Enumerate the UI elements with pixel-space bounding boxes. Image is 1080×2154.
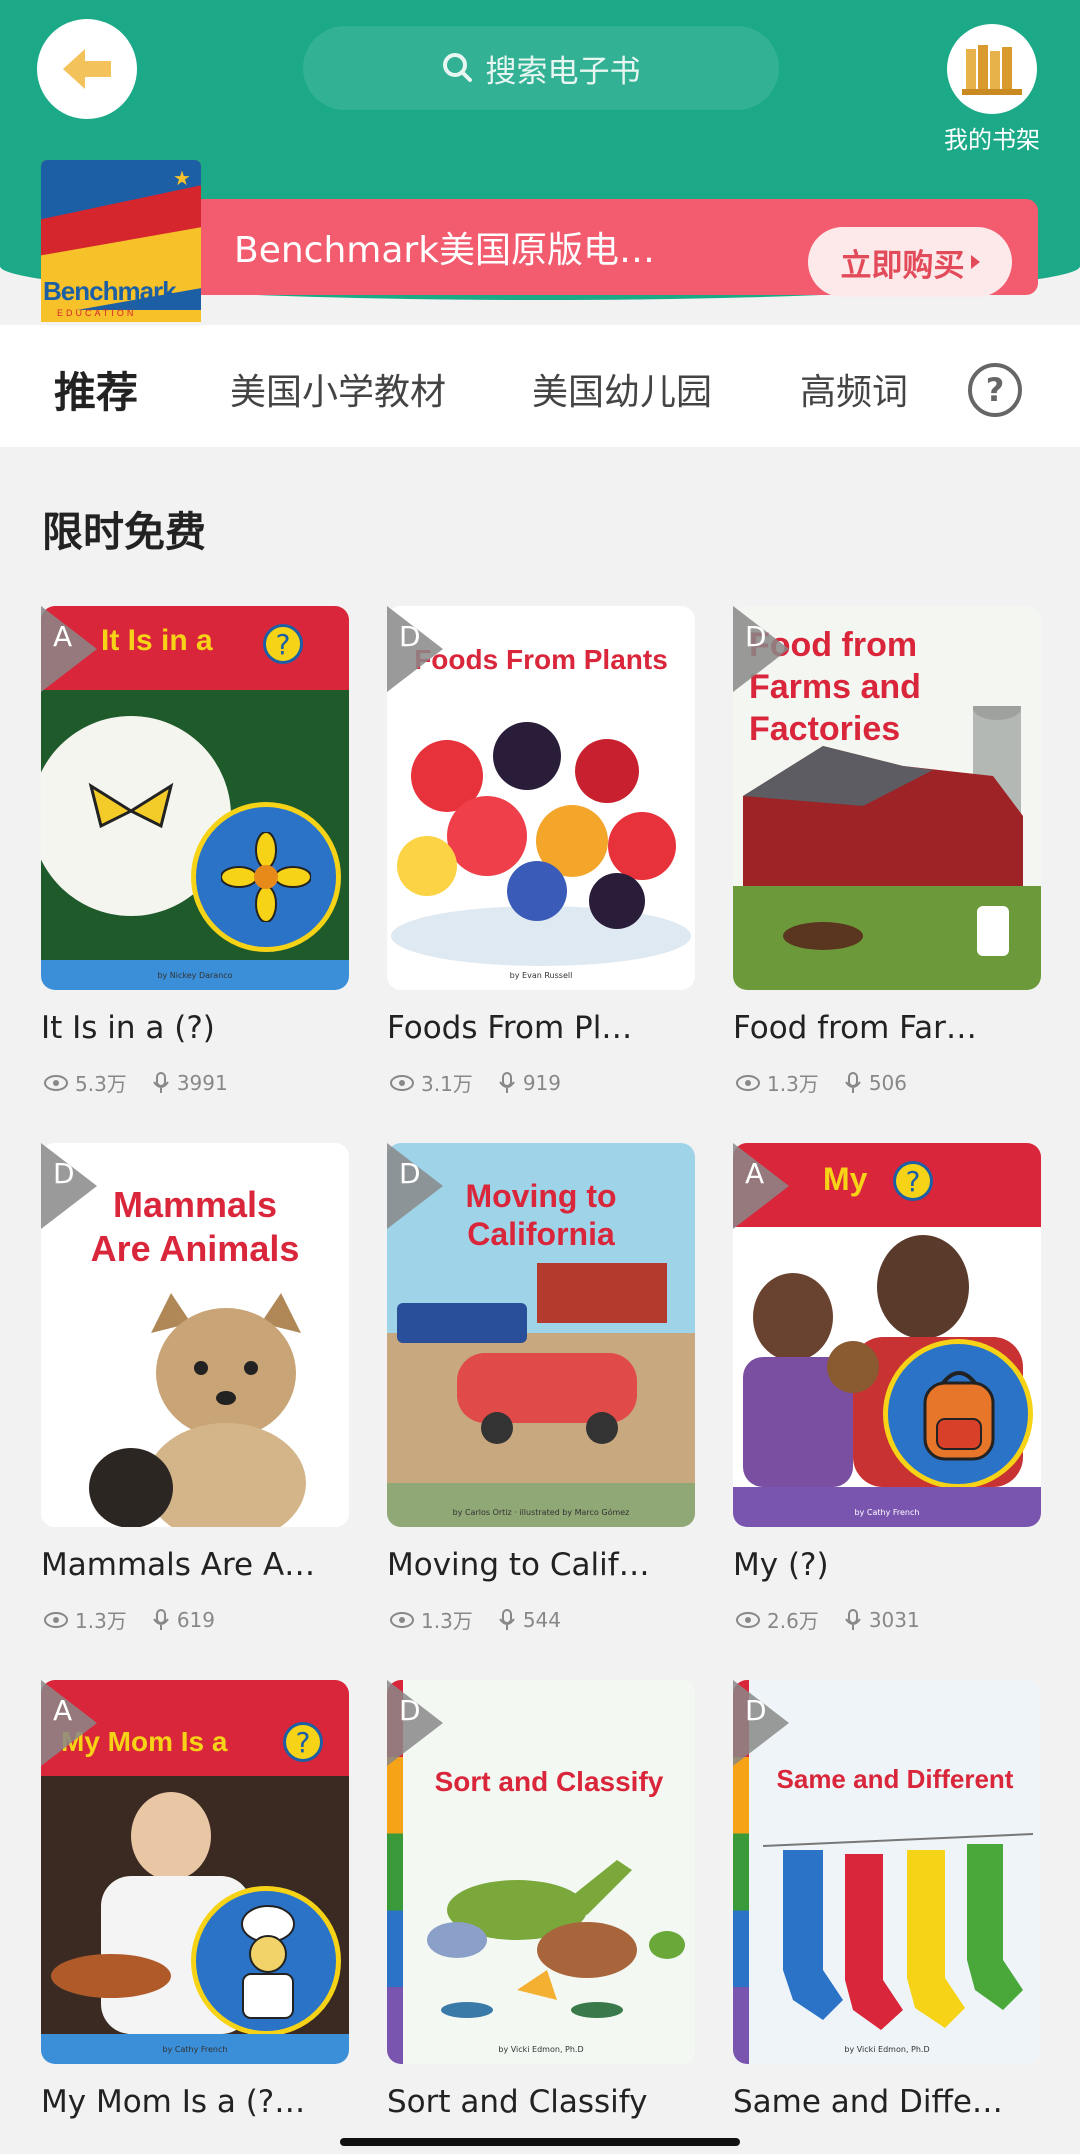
socks-illustration bbox=[763, 1833, 1033, 2030]
search-bar[interactable]: 搜索电子书 bbox=[303, 26, 779, 110]
microphone-icon bbox=[498, 1608, 515, 1630]
back-arrow-icon bbox=[63, 49, 111, 89]
level-letter: A bbox=[53, 1694, 73, 1727]
microphone-icon bbox=[152, 1608, 169, 1630]
search-icon bbox=[442, 53, 472, 82]
cover-byline: by Vicki Edmon, Ph.D bbox=[498, 2045, 584, 2054]
recordings-count: 3991 bbox=[176, 1070, 228, 1095]
book-title: Mammals Are A… bbox=[41, 1547, 316, 1583]
cover-title: My bbox=[823, 1161, 868, 1197]
category-tabs: 推荐 美国小学教材 美国幼儿园 高频词 ? bbox=[0, 325, 1080, 447]
level-letter: D bbox=[745, 1694, 767, 1727]
star-icon: ★ bbox=[173, 166, 191, 190]
microphone-icon bbox=[498, 1071, 515, 1093]
tab-recommended[interactable]: 推荐 bbox=[54, 359, 138, 420]
book-stats: 1.3万 544 bbox=[389, 1605, 561, 1634]
help-icon[interactable]: ? bbox=[968, 363, 1022, 417]
buy-now-label: 立即购买 bbox=[840, 247, 965, 284]
views-count: 1.3万 bbox=[75, 1609, 127, 1633]
book-title: My (?) bbox=[733, 1547, 829, 1583]
tab-us-elementary[interactable]: 美国小学教材 bbox=[230, 363, 446, 415]
my-bookshelf-button[interactable]: 我的书架 bbox=[940, 24, 1044, 155]
dinosaurs-illustration bbox=[427, 1860, 685, 2018]
logo-subtext: EDUCATION bbox=[57, 308, 137, 318]
book-stats: 2.6万 3031 bbox=[735, 1605, 920, 1634]
views-count: 1.3万 bbox=[767, 1072, 819, 1096]
fruit-bowl-illustration bbox=[391, 722, 691, 966]
level-letter: A bbox=[745, 1157, 765, 1190]
views-icon bbox=[390, 1611, 414, 1628]
benchmark-logo[interactable]: ★ Benchmark EDUCATION bbox=[41, 160, 201, 322]
book-title: Moving to Calif… bbox=[387, 1547, 650, 1583]
book-title: Foods From Pl… bbox=[387, 1010, 633, 1046]
views-icon bbox=[44, 1074, 68, 1091]
book-stats: 5.3万 3991 bbox=[43, 1068, 228, 1097]
chef-icon bbox=[241, 1905, 295, 2019]
views-icon bbox=[44, 1611, 68, 1628]
play-arrow-icon bbox=[970, 255, 980, 269]
home-indicator[interactable] bbox=[340, 2138, 740, 2146]
logo-wordmark: Benchmark bbox=[43, 276, 177, 306]
butterfly-illustration bbox=[88, 782, 174, 829]
recordings-count: 3031 bbox=[868, 1607, 920, 1632]
level-letter: D bbox=[53, 1157, 75, 1190]
cover-byline: by Evan Russell bbox=[509, 971, 573, 980]
tab-us-kindergarten[interactable]: 美国幼儿园 bbox=[532, 363, 712, 415]
bookshelf-icon-circle bbox=[947, 24, 1037, 114]
book-stats: 1.3万 619 bbox=[43, 1605, 215, 1634]
level-letter: D bbox=[399, 1694, 421, 1727]
search-placeholder: 搜索电子书 bbox=[485, 53, 641, 90]
section-title: 限时免费 bbox=[42, 508, 206, 556]
book-stats: 3.1万 919 bbox=[389, 1068, 561, 1097]
book-title: Sort and Classify bbox=[387, 2084, 648, 2120]
recordings-count: 619 bbox=[176, 1607, 215, 1632]
views-icon bbox=[736, 1611, 760, 1628]
banner-title: Benchmark美国原版电… bbox=[234, 230, 656, 271]
cover-title: It Is in a bbox=[101, 624, 213, 657]
buy-now-button[interactable]: 立即购买 bbox=[808, 227, 1012, 297]
cover-byline: by Cathy French bbox=[854, 1508, 920, 1517]
microphone-icon bbox=[844, 1071, 861, 1093]
bookshelf-label: 我的书架 bbox=[944, 126, 1040, 154]
cover-byline: by Carlos Ortiz · illustrated by Marco G… bbox=[452, 1508, 630, 1517]
recordings-count: 919 bbox=[522, 1070, 561, 1095]
level-letter: D bbox=[399, 620, 421, 653]
cover-title: Same and Different bbox=[776, 1764, 1014, 1794]
dog-illustration bbox=[89, 1293, 306, 1527]
recordings-count: 506 bbox=[868, 1070, 907, 1095]
level-letter: D bbox=[399, 1157, 421, 1190]
microphone-icon bbox=[844, 1608, 861, 1630]
flower-icon bbox=[221, 832, 311, 922]
book-title: My Mom Is a (?… bbox=[41, 2084, 306, 2120]
book-title: It Is in a (?) bbox=[41, 1010, 215, 1046]
views-count: 5.3万 bbox=[75, 1072, 127, 1096]
car-illustration bbox=[387, 1263, 695, 1527]
microphone-icon bbox=[152, 1071, 169, 1093]
backpack-icon bbox=[923, 1371, 995, 1461]
level-letter: A bbox=[53, 620, 73, 653]
back-button[interactable] bbox=[37, 19, 137, 119]
promo-banner[interactable]: Benchmark美国原版电… 立即购买 bbox=[190, 199, 1038, 297]
cover-byline: by Vicki Edmon, Ph.D bbox=[844, 2045, 930, 2054]
views-count: 1.3万 bbox=[421, 1609, 473, 1633]
tab-sight-words[interactable]: 高频词 bbox=[800, 363, 908, 415]
views-count: 3.1万 bbox=[421, 1072, 473, 1096]
book-title: Food from Far… bbox=[733, 1010, 977, 1046]
views-count: 2.6万 bbox=[767, 1609, 819, 1633]
cover-byline: by Nickey Daranco bbox=[157, 971, 233, 980]
book-title: Same and Diffe… bbox=[733, 2084, 1003, 2120]
recordings-count: 544 bbox=[522, 1607, 561, 1632]
bookshelf-icon bbox=[962, 45, 1022, 95]
cover-byline: by Cathy French bbox=[162, 2045, 228, 2054]
views-icon bbox=[736, 1074, 760, 1091]
level-letter: D bbox=[745, 620, 767, 653]
cover-title: Sort and Classify bbox=[434, 1766, 664, 1797]
book-stats: 1.3万 506 bbox=[735, 1068, 907, 1097]
views-icon bbox=[390, 1074, 414, 1091]
